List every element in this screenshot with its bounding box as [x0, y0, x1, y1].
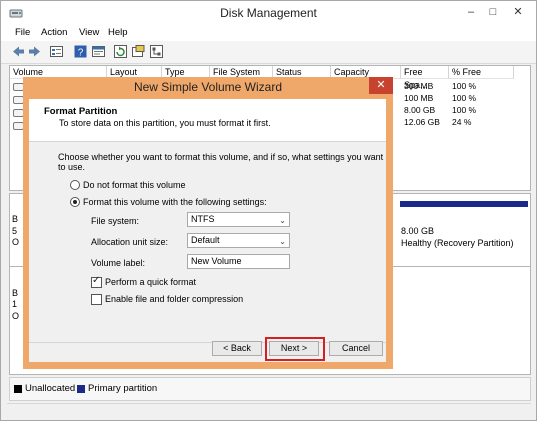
radio-do-not-format-label[interactable]: Do not format this volume	[83, 180, 186, 190]
dialog-title: New Simple Volume Wizard	[133, 80, 283, 94]
quick-format-checkbox[interactable]: ✓	[91, 275, 102, 288]
radio-selected-dot	[73, 200, 77, 204]
window-title: Disk Management	[220, 6, 317, 20]
maximize-button[interactable]: □	[482, 4, 504, 20]
row-free-space: 300 MB	[404, 81, 434, 91]
title-bar: Disk Management – □ ✕	[1, 1, 536, 25]
row-free-space: 100 MB	[404, 93, 434, 103]
row-free-space: 12.06 GB	[404, 117, 440, 127]
disk-label-fragment: 5	[12, 226, 18, 236]
dialog-close-button[interactable]: ✕	[369, 77, 393, 94]
file-system-select[interactable]: NTFS ⌄	[187, 212, 290, 227]
partition-size: 8.00 GB	[401, 226, 435, 236]
row-percent-free: 100 %	[452, 93, 477, 103]
row-free-space: 8.00 GB	[404, 105, 436, 115]
wizard-step-title: Format Partition	[44, 106, 118, 117]
refresh-icon[interactable]	[113, 44, 128, 59]
menu-action[interactable]: Action	[41, 27, 67, 38]
properties-icon[interactable]	[91, 44, 106, 59]
primary-partition-stripe	[400, 201, 528, 207]
checkmark-icon: ✓	[92, 275, 101, 286]
unallocated-swatch	[14, 385, 22, 393]
menu-help[interactable]: Help	[108, 27, 128, 38]
quick-format-label[interactable]: Perform a quick format	[105, 277, 196, 287]
wizard-header: Format Partition To store data on this p…	[29, 99, 386, 142]
console-icon[interactable]	[131, 44, 146, 59]
legend: Unallocated Primary partition	[9, 377, 531, 401]
file-system-label: File system:	[91, 216, 140, 226]
disk-label-fragment: B	[12, 214, 19, 224]
allocation-unit-size-value: Default	[191, 235, 220, 245]
new-simple-volume-wizard: New Simple Volume Wizard ✕ Format Partit…	[23, 77, 393, 369]
allocation-unit-size-select[interactable]: Default ⌄	[187, 233, 290, 248]
toolbar: ?	[1, 41, 536, 64]
chevron-down-icon: ⌄	[279, 216, 286, 225]
minimize-button[interactable]: –	[460, 4, 482, 20]
primary-partition-swatch	[77, 385, 85, 393]
help-icon[interactable]: ?	[73, 44, 88, 59]
tree-icon[interactable]	[149, 44, 164, 59]
partition-status: Healthy (Recovery Partition)	[401, 238, 514, 248]
next-button[interactable]: Next >	[269, 341, 319, 356]
compression-label[interactable]: Enable file and folder compression	[105, 294, 243, 304]
list-view-icon[interactable]	[49, 44, 64, 59]
row-percent-free: 100 %	[452, 81, 477, 91]
row-percent-free: 24 %	[452, 117, 472, 127]
compression-checkbox[interactable]	[91, 294, 102, 305]
dialog-body: Format Partition To store data on this p…	[29, 99, 386, 362]
wizard-intro-text: Choose whether you want to format this v…	[58, 152, 384, 172]
volume-label-label: Volume label:	[91, 258, 146, 268]
back-button[interactable]: < Back	[212, 341, 262, 356]
legend-primary-partition: Primary partition	[88, 383, 158, 394]
column-header-free-space[interactable]: Free Spa...	[401, 66, 449, 90]
column-header-percent-free[interactable]: % Free	[449, 66, 514, 79]
disk-management-window: Disk Management – □ ✕ File Action View H…	[0, 0, 537, 421]
close-button[interactable]: ✕	[507, 4, 529, 20]
row-percent-free: 100 %	[452, 105, 477, 115]
cancel-button[interactable]: Cancel	[329, 341, 383, 356]
back-arrow-icon[interactable]	[11, 44, 26, 59]
radio-do-not-format[interactable]	[70, 180, 80, 190]
disk-label-fragment: B	[12, 288, 19, 298]
chevron-down-icon: ⌄	[279, 237, 286, 246]
menu-view[interactable]: View	[79, 27, 99, 38]
status-bar	[7, 403, 531, 417]
volume-label-input[interactable]: New Volume	[187, 254, 290, 269]
menu-bar: File Action View Help	[1, 25, 536, 41]
legend-unallocated: Unallocated	[25, 383, 76, 394]
file-system-value: NTFS	[191, 214, 215, 224]
menu-file[interactable]: File	[15, 27, 30, 38]
radio-format-volume[interactable]	[70, 197, 80, 207]
radio-format-volume-label[interactable]: Format this volume with the following se…	[83, 197, 267, 207]
disk-label-fragment: 1	[12, 299, 18, 309]
disk-label-fragment: O	[12, 237, 20, 247]
disk-label-fragment: O	[12, 311, 20, 321]
svg-text:?: ?	[78, 48, 84, 59]
allocation-unit-size-label: Allocation unit size:	[91, 237, 169, 247]
volume-label-value: New Volume	[191, 256, 242, 266]
forward-arrow-icon[interactable]	[27, 44, 42, 59]
wizard-step-subtitle: To store data on this partition, you mus…	[59, 118, 271, 128]
